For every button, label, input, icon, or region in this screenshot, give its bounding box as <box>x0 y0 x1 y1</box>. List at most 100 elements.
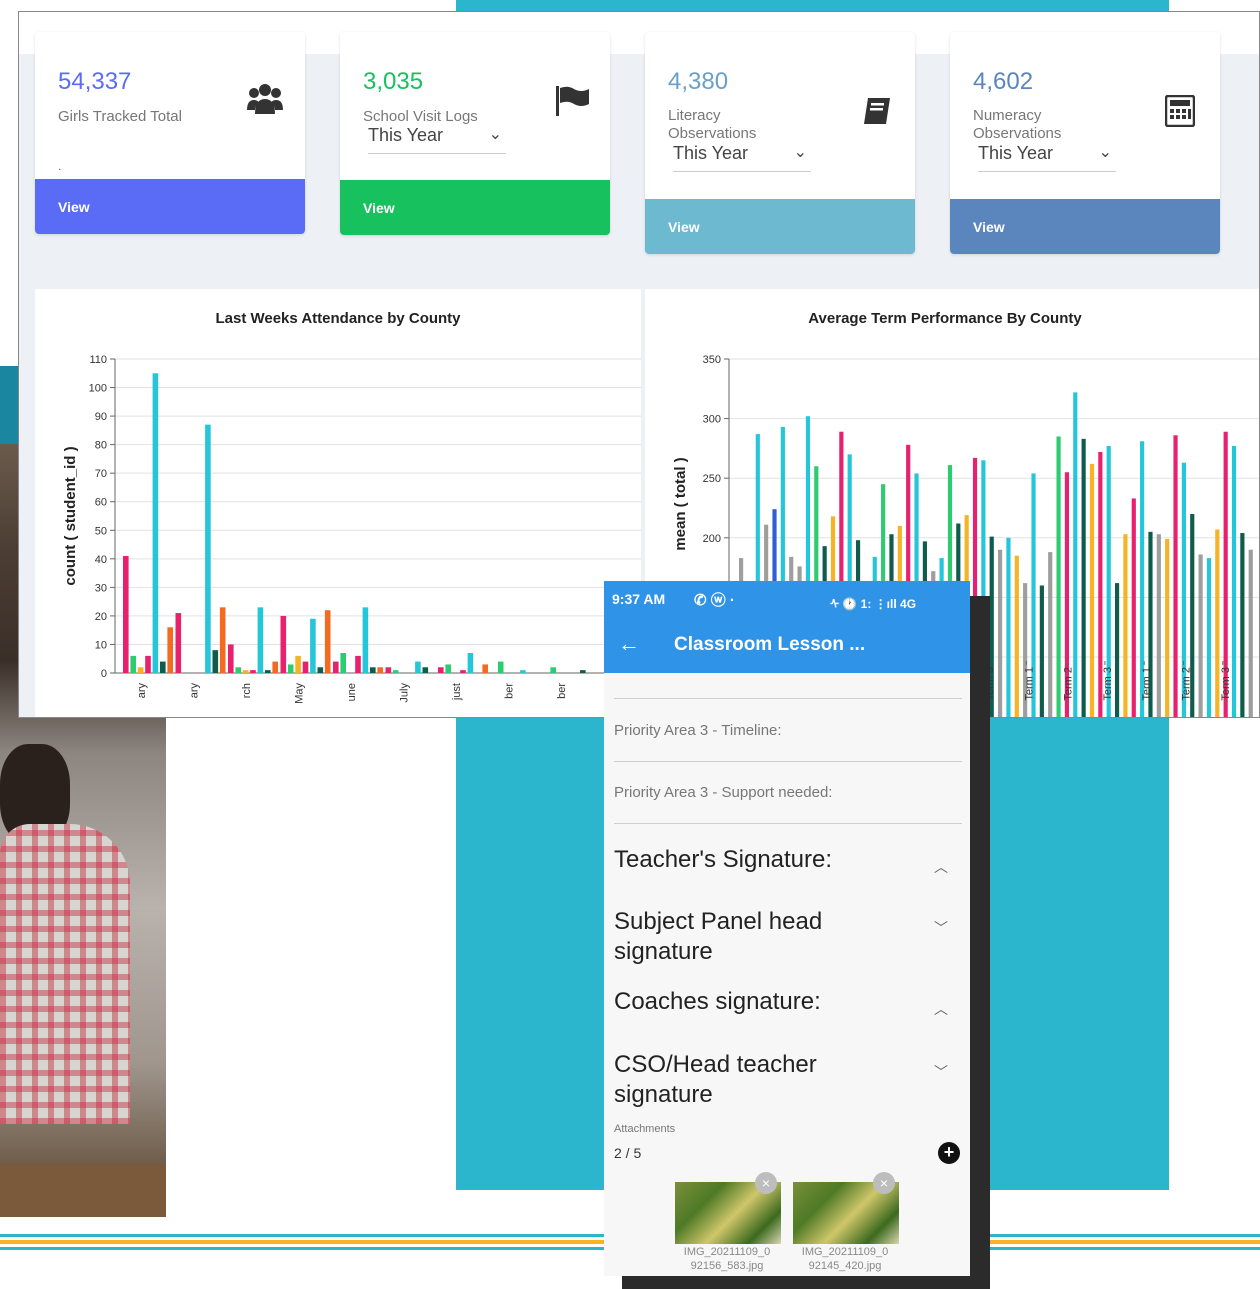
y-tick-label: 70 <box>95 468 107 480</box>
bar <box>228 644 234 673</box>
bar <box>160 661 166 673</box>
bar <box>482 664 488 673</box>
bar <box>1114 583 1120 717</box>
y-axis-label: count ( student_id ) <box>62 446 79 585</box>
x-tick-label: just <box>451 683 463 701</box>
x-tick-label: une <box>346 683 358 701</box>
view-button[interactable]: View <box>340 180 610 235</box>
y-axis-label: mean ( total ) <box>672 457 689 550</box>
bar <box>580 670 586 673</box>
bar <box>1089 463 1095 717</box>
bar <box>1056 436 1061 717</box>
bar <box>385 667 392 673</box>
bar <box>1173 435 1178 717</box>
period-select[interactable]: This Year ⌄ <box>368 120 506 154</box>
x-tick-label: ber <box>556 683 568 699</box>
chevron-down-icon[interactable]: ﹀ <box>934 918 948 938</box>
x-tick-label: May <box>294 683 306 704</box>
bar <box>1206 558 1212 717</box>
bar <box>175 613 182 673</box>
bar <box>340 653 346 673</box>
y-tick-label: 60 <box>95 497 107 509</box>
period-select[interactable]: This Year ⌄ <box>978 138 1116 172</box>
bar <box>235 667 241 673</box>
x-tick-label: Term 2 <box>1181 667 1193 701</box>
bar <box>130 655 136 673</box>
stat-card-numeracy: 4,602 Numeracy Observations This Year ⌄ … <box>950 32 1220 254</box>
chevron-down-icon: ⌄ <box>793 144 807 161</box>
bar <box>1198 554 1203 717</box>
bar <box>152 373 159 673</box>
chevron-down-icon: ⌄ <box>488 126 502 143</box>
bar <box>370 667 376 673</box>
bar <box>998 549 1003 717</box>
status-bar: 9:37 AM ✆ ⓦ · ᠰ 🕐 1: ⋮ıll 4G <box>604 581 970 617</box>
section-head-teacher-signature[interactable]: CSO/Head teacher signature <box>614 1050 874 1110</box>
bar <box>167 627 173 673</box>
chevron-up-icon[interactable]: ︿ <box>934 999 948 1019</box>
priority-support-field[interactable]: Priority Area 3 - Support needed: <box>614 784 832 801</box>
view-button-label: View <box>668 219 700 235</box>
arrow-left-icon[interactable]: ← <box>618 631 640 657</box>
bar <box>445 664 451 673</box>
bar <box>1231 446 1237 717</box>
bar <box>1048 552 1053 717</box>
y-tick-label: 20 <box>95 611 107 623</box>
bar <box>250 670 256 673</box>
view-button[interactable]: View <box>950 199 1220 254</box>
bar <box>392 670 399 673</box>
stat-card-literacy: 4,380 Literacy Observations This Year ⌄ … <box>645 32 915 254</box>
whatsapp-icon: ✆ ⓦ · <box>694 592 735 609</box>
section-teacher-signature[interactable]: Teacher's Signature: <box>614 845 832 875</box>
add-attachment-icon[interactable]: + <box>938 1142 960 1164</box>
slide-teal-band-left <box>0 366 18 444</box>
period-select[interactable]: This Year ⌄ <box>673 138 811 172</box>
bar <box>1156 534 1161 717</box>
y-tick-label: 200 <box>703 533 721 545</box>
bar <box>1123 534 1128 717</box>
bar <box>497 661 504 673</box>
priority-timeline-field[interactable]: Priority Area 3 - Timeline: <box>614 722 782 739</box>
x-tick-label: Term 2 <box>1063 667 1075 701</box>
bar <box>242 670 249 673</box>
x-tick-label: ary <box>136 683 148 699</box>
bar <box>295 655 301 673</box>
bar <box>1006 537 1011 717</box>
view-button[interactable]: View <box>35 179 305 234</box>
calculator-icon <box>1164 94 1196 135</box>
y-tick-label: 30 <box>95 582 107 594</box>
stat-card-girls-tracked: 54,337 Girls Tracked Total . View <box>35 32 305 234</box>
bar <box>467 653 474 673</box>
bar <box>302 661 309 673</box>
bar <box>520 670 526 673</box>
bar <box>362 607 369 673</box>
section-subject-panel-signature[interactable]: Subject Panel head signature <box>614 907 874 967</box>
y-tick-label: 250 <box>703 473 721 485</box>
view-button[interactable]: View <box>645 199 915 254</box>
y-tick-label: 10 <box>95 639 107 651</box>
chevron-down-icon: ⌄ <box>1098 144 1112 161</box>
book-icon <box>862 96 892 134</box>
attachments-label: Attachments <box>614 1123 676 1135</box>
chevron-up-icon[interactable]: ︿ <box>934 857 948 877</box>
x-tick-label: ber <box>504 683 516 699</box>
stat-label: Girls Tracked Total <box>58 108 182 125</box>
y-tick-label: 100 <box>89 383 107 395</box>
close-icon[interactable]: × <box>873 1172 895 1194</box>
attachment-filename: IMG_20211109_0 92156_583.jpg <box>683 1246 771 1272</box>
y-tick-label: 350 <box>703 354 721 366</box>
bar <box>415 661 421 673</box>
y-tick-label: 300 <box>703 414 721 426</box>
bar <box>438 667 444 673</box>
close-icon[interactable]: × <box>755 1172 777 1194</box>
phone-screenshot: 9:37 AM ✆ ⓦ · ᠰ 🕐 1: ⋮ıll 4G ← Classroom… <box>604 581 970 1276</box>
field-divider <box>614 698 962 699</box>
field-divider <box>614 761 962 762</box>
bar <box>355 655 361 673</box>
field-divider <box>614 823 962 824</box>
section-coaches-signature[interactable]: Coaches signature: <box>614 987 821 1017</box>
y-tick-label: 110 <box>89 354 107 366</box>
chevron-down-icon[interactable]: ﹀ <box>934 1062 948 1082</box>
bar <box>422 667 429 673</box>
stat-card-school-visits: 3,035 School Visit Logs This Year ⌄ View <box>340 32 610 235</box>
